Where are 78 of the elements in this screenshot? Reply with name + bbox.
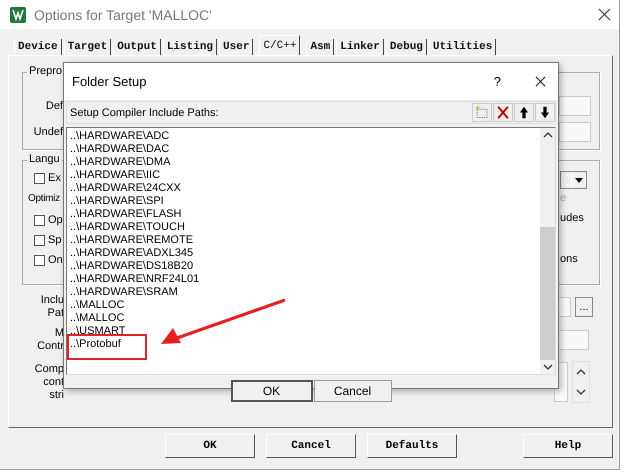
input-field[interactable] — [557, 330, 589, 350]
path-item[interactable]: ..\Protobuf — [70, 338, 121, 351]
path-item[interactable]: ..\HARDWARE\DAC — [70, 143, 170, 156]
close-icon[interactable] — [598, 8, 611, 21]
tab[interactable]: Debug — [386, 39, 427, 55]
field-label: Inclu — [40, 294, 64, 307]
dialog-button[interactable]: OK — [230, 380, 312, 402]
path-item[interactable]: ..\HARDWARE\DMA — [70, 156, 170, 169]
field-label: Def — [44, 100, 63, 112]
tab[interactable]: Asm — [306, 39, 334, 55]
path-item[interactable]: ..\HARDWARE\TOUCH — [70, 221, 185, 234]
group-title: Langu — [27, 153, 62, 165]
help-button[interactable]: ? — [494, 74, 501, 89]
path-item[interactable]: ..\HARDWARE\SPI — [70, 195, 164, 208]
path-item[interactable]: ..\HARDWARE\ADC — [70, 130, 170, 143]
scroll-down-icon[interactable] — [542, 364, 552, 370]
input-field[interactable] — [559, 96, 591, 116]
scroll-thumb[interactable] — [540, 227, 555, 360]
tab[interactable]: User — [219, 39, 254, 55]
checkbox[interactable] — [34, 214, 45, 226]
dialog-title: Folder Setup — [72, 74, 146, 89]
field-label: cont — [43, 376, 64, 388]
move-down-icon[interactable] — [535, 103, 555, 122]
list-label: Setup Compiler Include Paths: — [70, 106, 219, 118]
tab[interactable]: Device — [14, 39, 62, 55]
path-item[interactable]: ..\MALLOC — [70, 299, 124, 312]
dialog-button[interactable]: Defaults — [367, 434, 457, 458]
window-title: Options for Target 'MALLOC' — [34, 6, 212, 22]
dropdown[interactable] — [560, 171, 587, 189]
checkbox[interactable] — [34, 234, 45, 246]
caret-icon — [575, 178, 583, 182]
field-label: stri — [49, 388, 64, 402]
path-item[interactable]: ..\HARDWARE\FLASH — [70, 208, 182, 221]
browse-button[interactable]: ... — [575, 297, 593, 317]
tab[interactable]: Output — [113, 39, 161, 55]
app-icon — [10, 6, 26, 22]
field-label: M — [54, 327, 64, 340]
option-label: udes — [560, 212, 584, 226]
optimization-label: Optimiz — [28, 193, 61, 206]
scroll-down-icon[interactable] — [576, 389, 586, 395]
new-folder-icon[interactable] — [472, 103, 492, 122]
delete-icon[interactable] — [493, 103, 513, 122]
checkbox-label: Op — [48, 214, 63, 226]
path-item[interactable]: ..\HARDWARE\NRF24L01 — [70, 273, 200, 286]
tab[interactable]: Linker — [336, 39, 384, 55]
path-item[interactable]: ..\USMART — [70, 325, 126, 338]
field-label: Pat — [47, 307, 64, 320]
input-field[interactable] — [559, 122, 591, 142]
option-label: e — [560, 192, 566, 206]
path-item[interactable]: ..\HARDWARE\24CXX — [70, 182, 181, 195]
dialog-button[interactable]: Help — [523, 434, 613, 458]
dialog-button[interactable]: Cancel — [314, 380, 392, 402]
checkbox[interactable] — [34, 254, 45, 266]
checkbox-label: Ex — [48, 172, 61, 184]
move-up-icon[interactable] — [514, 103, 534, 122]
tab[interactable]: Listing — [162, 39, 218, 55]
path-item[interactable]: ..\HARDWARE\REMOTE — [70, 234, 194, 247]
path-item[interactable]: ..\MALLOC — [70, 312, 124, 325]
tab[interactable]: Target — [64, 39, 112, 55]
path-item[interactable]: ..\HARDWARE\SRAM — [70, 286, 178, 299]
checkbox-label: On — [48, 254, 63, 266]
field-label: Comp — [34, 362, 64, 376]
tab[interactable]: Utilities — [428, 39, 496, 55]
checkbox-label: Sp — [48, 234, 62, 246]
dialog-button[interactable]: Cancel — [266, 434, 356, 458]
group-title: Prepro — [27, 65, 64, 77]
scroll-up-icon[interactable] — [542, 132, 552, 138]
dialog-button[interactable]: OK — [165, 434, 255, 458]
checkbox[interactable] — [34, 172, 45, 184]
scroll-up-icon[interactable] — [576, 369, 586, 375]
path-item[interactable]: ..\HARDWARE\IIC — [70, 169, 160, 182]
path-item[interactable]: ..\HARDWARE\ADXL345 — [70, 247, 194, 260]
close-icon[interactable] — [535, 76, 546, 87]
field-label: Contr — [37, 340, 64, 353]
field-label: Undef — [32, 126, 63, 138]
path-item[interactable]: ..\HARDWARE\DS18B20 — [70, 260, 194, 273]
tab[interactable]: C/C++ — [259, 35, 300, 55]
option-label: ons — [560, 253, 578, 267]
